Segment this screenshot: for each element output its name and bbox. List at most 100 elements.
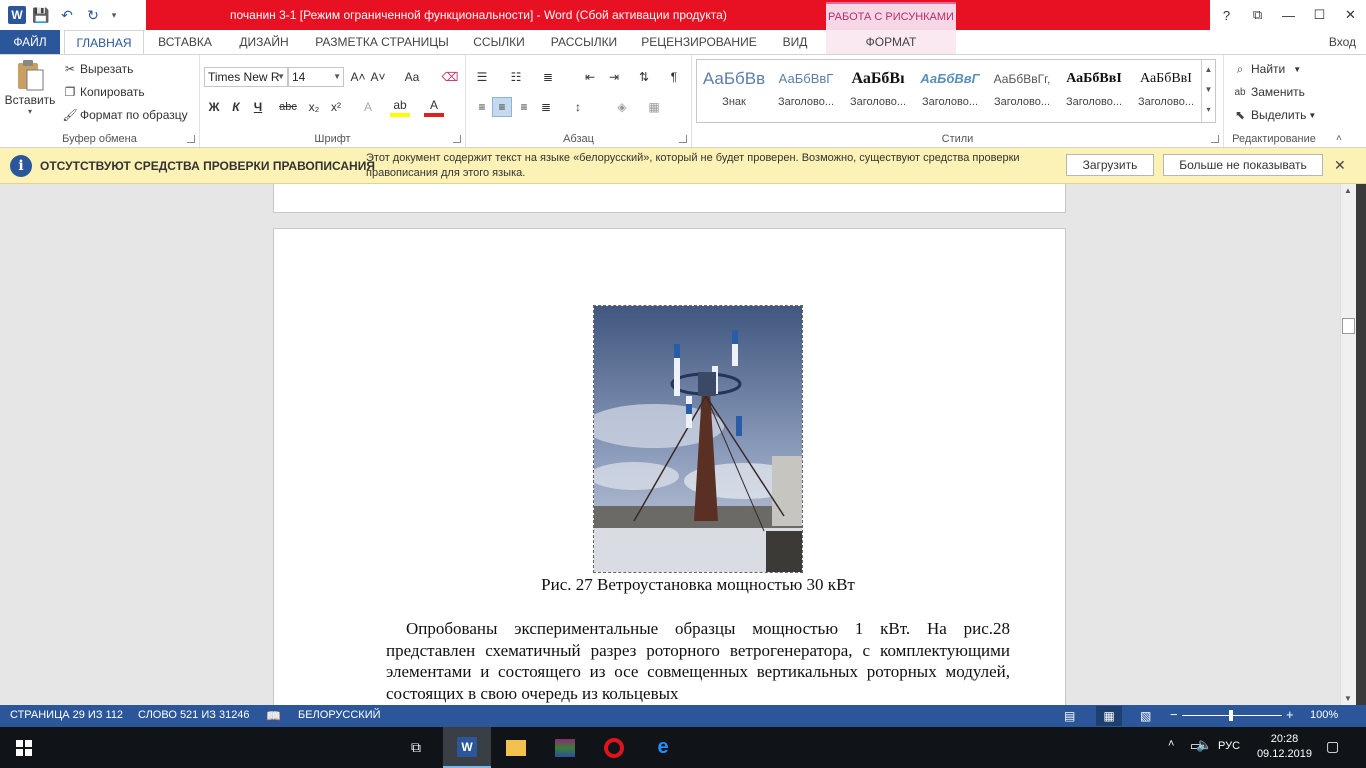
tab-format[interactable]: ФОРМАТ: [826, 30, 956, 54]
wind-turbine-photo[interactable]: [593, 305, 803, 573]
style-tile[interactable]: АаБбВвI Заголово...: [1059, 62, 1129, 120]
zoom-slider-thumb[interactable]: [1229, 710, 1233, 721]
tab-view[interactable]: ВИД: [772, 30, 818, 54]
justify-icon[interactable]: ≣: [536, 97, 556, 117]
read-mode-icon[interactable]: ▤: [1064, 709, 1075, 723]
replace-button[interactable]: ab Заменить: [1232, 84, 1305, 100]
strikethrough-button[interactable]: abc: [278, 97, 298, 117]
vertical-scrollbar[interactable]: ▲ ▼: [1340, 184, 1356, 705]
dont-show-again-button[interactable]: Больше не показывать: [1163, 154, 1323, 176]
change-case-button[interactable]: Aa: [398, 67, 426, 87]
style-tile[interactable]: АаБбВвГ Заголово...: [771, 62, 841, 120]
tab-home[interactable]: ГЛАВНАЯ: [64, 30, 144, 55]
more-styles-icon[interactable]: ▾: [1202, 100, 1215, 120]
multilevel-list-icon[interactable]: ≣: [538, 67, 558, 87]
tab-references[interactable]: ССЫЛКИ: [464, 30, 534, 54]
undo-icon[interactable]: ↶: [56, 4, 78, 26]
web-layout-icon[interactable]: ▧: [1140, 709, 1151, 723]
chevron-down-icon[interactable]: ▼: [1202, 80, 1215, 100]
text-effects-icon[interactable]: A: [358, 97, 378, 117]
align-left-icon[interactable]: ≡: [472, 97, 492, 117]
customize-qat-icon[interactable]: ▾: [108, 4, 120, 26]
clear-formatting-icon[interactable]: ⌫: [440, 67, 460, 87]
page[interactable]: Рис. 27 Ветроустановка мощностью 30 кВт …: [273, 228, 1066, 705]
sign-in-link[interactable]: Вход: [1329, 30, 1356, 54]
language-indicator[interactable]: БЕЛОРУССКИЙ: [298, 709, 381, 721]
clipboard-launcher-icon[interactable]: [187, 135, 195, 143]
styles-gallery-scroll[interactable]: ▲ ▼ ▾: [1201, 60, 1215, 122]
download-button[interactable]: Загрузить: [1066, 154, 1154, 176]
paste-dropdown-icon[interactable]: ▾: [28, 107, 32, 116]
copy-button[interactable]: ❐ Копировать: [62, 84, 145, 100]
format-painter-button[interactable]: 🖌 Формат по образцу: [62, 107, 187, 123]
message-close-button[interactable]: ✕: [1334, 157, 1346, 174]
paste-button[interactable]: Вставить ▾: [5, 59, 55, 123]
tab-review[interactable]: РЕЦЕНЗИРОВАНИЕ: [634, 30, 764, 54]
find-button[interactable]: ⌕ Найти ▼: [1232, 61, 1302, 77]
taskbar-edge-icon[interactable]: e: [639, 727, 687, 768]
style-tile[interactable]: АаБбВвГ Заголово...: [915, 62, 985, 120]
style-tile[interactable]: АаБбВв Знак: [699, 62, 769, 120]
line-spacing-icon[interactable]: ↕: [568, 97, 588, 117]
zoom-in-button[interactable]: +: [1286, 707, 1294, 722]
style-tile[interactable]: АаБбВвI Заголово...: [1131, 62, 1201, 120]
zoom-out-button[interactable]: −: [1170, 707, 1178, 722]
tab-page-layout[interactable]: РАЗМЕТКА СТРАНИЦЫ: [308, 30, 456, 54]
select-button[interactable]: ⬉ Выделить ▼: [1232, 107, 1316, 123]
minimize-button[interactable]: —: [1273, 0, 1304, 30]
tab-file[interactable]: ФАЙЛ: [0, 30, 60, 54]
clock[interactable]: 20:28 09.12.2019: [1257, 732, 1312, 762]
bold-button[interactable]: Ж: [204, 97, 224, 117]
taskbar-word-icon[interactable]: W: [443, 727, 491, 768]
tray-expand-icon[interactable]: ˄: [1168, 738, 1174, 750]
document-area[interactable]: Рис. 27 Ветроустановка мощностью 30 кВт …: [0, 184, 1340, 705]
styles-launcher-icon[interactable]: [1211, 135, 1219, 143]
paragraph-launcher-icon[interactable]: [679, 135, 687, 143]
tab-design[interactable]: ДИЗАЙН: [228, 30, 300, 54]
close-button[interactable]: ✕: [1335, 0, 1366, 30]
align-right-icon[interactable]: ≡: [514, 97, 534, 117]
chevron-up-icon[interactable]: ▲: [1202, 60, 1215, 80]
tab-mailings[interactable]: РАССЫЛКИ: [542, 30, 626, 54]
numbering-icon[interactable]: ☷: [506, 67, 526, 87]
superscript-button[interactable]: x²: [326, 97, 346, 117]
tab-insert[interactable]: ВСТАВКА: [150, 30, 220, 54]
word-app-icon[interactable]: W: [8, 6, 26, 24]
show-formatting-button[interactable]: ¶: [664, 67, 684, 87]
underline-button[interactable]: Ч: [248, 97, 268, 117]
help-button[interactable]: ?: [1211, 0, 1242, 30]
font-color-icon[interactable]: A: [424, 97, 444, 117]
italic-button[interactable]: К: [226, 97, 246, 117]
maximize-button[interactable]: ☐: [1304, 0, 1335, 30]
decrease-indent-icon[interactable]: ⇤: [580, 67, 600, 87]
print-layout-icon[interactable]: ▦: [1096, 706, 1122, 726]
cut-button[interactable]: ✂ Вырезать: [62, 61, 133, 77]
borders-icon[interactable]: ▦: [644, 97, 664, 117]
save-icon[interactable]: 💾: [30, 4, 52, 26]
highlight-color-icon[interactable]: ab: [390, 97, 410, 117]
input-language[interactable]: РУС: [1218, 740, 1240, 752]
font-launcher-icon[interactable]: [453, 135, 461, 143]
page-counter[interactable]: СТРАНИЦА 29 ИЗ 112: [10, 709, 123, 721]
bullets-icon[interactable]: ☰: [472, 67, 492, 87]
taskbar-winrar-icon[interactable]: [541, 727, 589, 768]
style-tile[interactable]: АаБбВı Заголово...: [843, 62, 913, 120]
ribbon-display-options-button[interactable]: ⧉: [1242, 0, 1273, 30]
style-tile[interactable]: АаБбВвГг, Заголово...: [987, 62, 1057, 120]
taskbar-opera-icon[interactable]: [590, 727, 638, 768]
font-size-combo[interactable]: 14 ▼: [288, 67, 344, 87]
scroll-down-icon[interactable]: ▼: [1344, 694, 1352, 703]
subscript-button[interactable]: x₂: [304, 97, 324, 117]
scroll-thumb[interactable]: [1342, 318, 1355, 334]
collapse-ribbon-icon[interactable]: ˄: [1336, 133, 1342, 144]
align-center-icon[interactable]: ≡: [492, 97, 512, 117]
increase-indent-icon[interactable]: ⇥: [604, 67, 624, 87]
start-button[interactable]: [0, 727, 48, 768]
redo-icon[interactable]: ↻: [82, 4, 104, 26]
zoom-level[interactable]: 100%: [1310, 709, 1338, 721]
font-name-combo[interactable]: Times New R ▼: [204, 67, 288, 87]
sort-icon[interactable]: ⇅: [634, 67, 654, 87]
shading-icon[interactable]: ◈: [612, 97, 632, 117]
proofing-icon[interactable]: 📖: [266, 709, 281, 723]
notifications-icon[interactable]: ▢: [1326, 738, 1339, 755]
